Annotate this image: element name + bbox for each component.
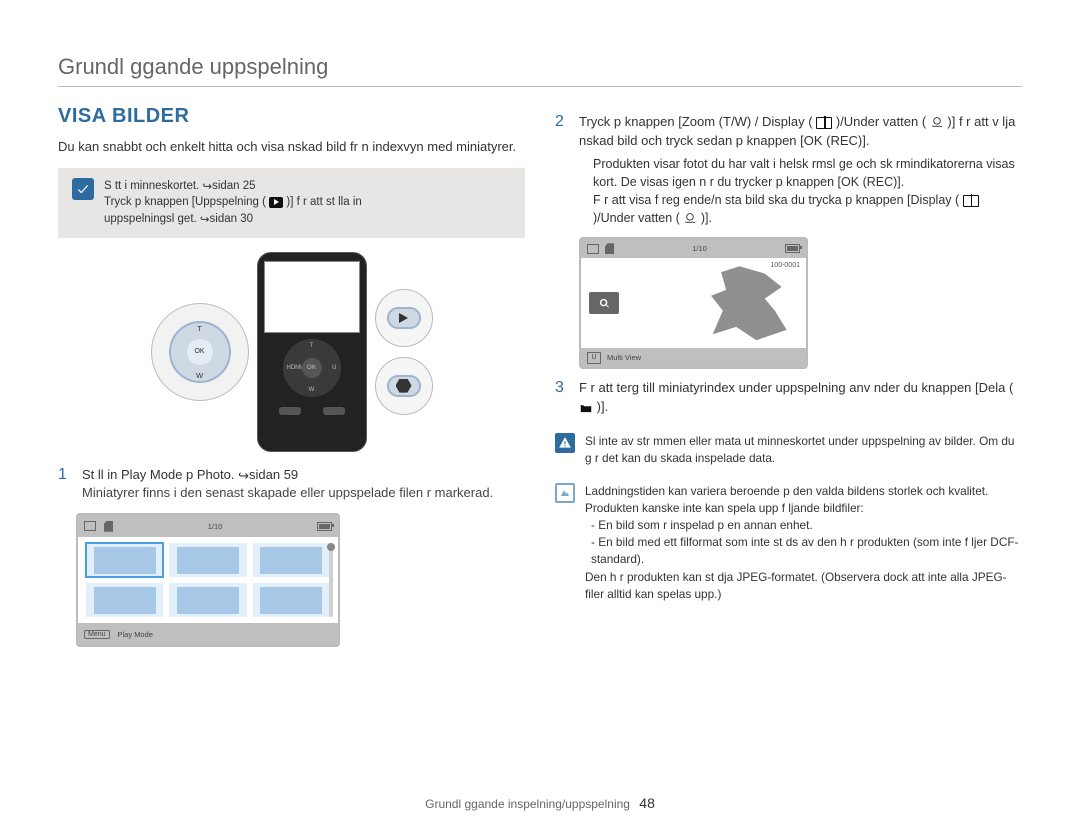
side-button-callouts: [375, 289, 433, 415]
thumbnail-grid: [78, 537, 338, 623]
info-text: Laddningstiden kan variera beroende p de…: [585, 483, 1022, 603]
display-icon: [816, 117, 832, 129]
page-number: 48: [639, 795, 655, 811]
page: Grundl ggande uppspelning VISA BILDER Du…: [0, 0, 1080, 825]
info-block: Laddningstiden kan variera beroende p de…: [555, 483, 1022, 603]
zoom-indicator: [589, 292, 619, 314]
sd-card-icon: [605, 243, 614, 254]
lcd2-counter: 1/10: [692, 244, 707, 253]
step-number: 1: [58, 466, 72, 504]
warning-block: Sl inte av str mmen eller mata ut minnes…: [555, 433, 1022, 467]
info-icon: [555, 483, 575, 503]
step-2-bullets: Produkten visar fotot du har valt i hels…: [593, 155, 1022, 228]
camera-ok: OK: [302, 358, 322, 378]
thumb-5: [169, 583, 246, 617]
photo-mode-icon: [84, 521, 96, 531]
step-2: 2 Tryck p knappen [Zoom (T/W) / Display …: [555, 113, 1022, 227]
lcd-single-preview: 1/10 100-0001 U Multi View: [579, 237, 808, 369]
check-icon: [72, 178, 94, 200]
dpad-illustration: T OK W: [169, 321, 231, 383]
underwater-icon: [930, 116, 944, 129]
battery-icon: [785, 244, 800, 253]
page-title: VISA BILDER: [58, 105, 525, 128]
step-1: 1 St ll in Play Mode p Photo. ↪sidan 59 …: [58, 466, 525, 504]
menu-softkey: Menu: [84, 630, 110, 639]
thumb-4: [86, 583, 163, 617]
zoom-w-label: W: [196, 371, 203, 380]
lcd2-bottom-bar: U Multi View: [581, 348, 806, 367]
device-illustration: T OK W T W U HDMI OK: [58, 252, 525, 452]
share-button-callout: [375, 357, 433, 415]
scrollbar: [329, 543, 333, 617]
thumb-6: [253, 583, 330, 617]
tip-box: S tt i minneskortet. ↪sidan 25 Tryck p k…: [58, 168, 525, 238]
footer-label: Grundl ggande inspelning/uppspelning: [425, 797, 630, 811]
section-rule: [58, 86, 1022, 87]
underwater-icon: [683, 212, 697, 225]
warning-text: Sl inte av str mmen eller mata ut minnes…: [585, 433, 1022, 467]
multiview-label: Multi View: [607, 353, 641, 362]
lcd-counter: 1/10: [121, 522, 309, 531]
right-column: 2 Tryck p knappen [Zoom (T/W) / Display …: [555, 105, 1022, 653]
step-number: 3: [555, 379, 569, 417]
multiview-softkey: U: [587, 352, 601, 364]
zoom-t-label: T: [197, 324, 202, 333]
play-button-callout: [375, 289, 433, 347]
warning-icon: [555, 433, 575, 453]
camera-bottom-buttons: [279, 407, 345, 415]
lcd2-top-bar: 1/10: [581, 239, 806, 258]
content-columns: VISA BILDER Du kan snabbt och enkelt hit…: [58, 105, 1022, 653]
file-number: 100-0001: [770, 262, 800, 269]
step-number: 2: [555, 113, 569, 227]
thumb-1: [86, 543, 163, 577]
footer: Grundl ggande inspelning/uppspelning 48: [0, 795, 1080, 811]
camera-screen: [264, 261, 360, 333]
intro-text: Du kan snabbt och enkelt hitta och visa …: [58, 138, 525, 156]
photo-mode-icon: [587, 244, 599, 254]
battery-icon: [317, 522, 332, 531]
lcd2-photo-area: 100-0001: [581, 258, 806, 348]
lcd-top-bar: 1/10: [78, 515, 338, 537]
playback-icon: [269, 197, 283, 208]
play-mode-label: Play Mode: [118, 630, 153, 639]
share-icon: [396, 379, 412, 393]
display-icon: [963, 195, 979, 207]
camera-body: T W U HDMI OK: [257, 252, 367, 452]
dpad-ok: OK: [187, 339, 213, 365]
share-icon: [579, 402, 593, 414]
section-title: Grundl ggande uppspelning: [58, 54, 1022, 80]
camera-dpad: T W U HDMI OK: [283, 339, 341, 397]
thumb-3: [253, 543, 330, 577]
play-icon: [399, 313, 408, 323]
photo-silhouette: [706, 266, 790, 340]
lcd-thumbnail-preview: 1/10 Menu Play Mode: [76, 513, 340, 647]
big-dpad-callout: T OK W: [151, 303, 249, 401]
left-column: VISA BILDER Du kan snabbt och enkelt hit…: [58, 105, 525, 653]
tip-text: S tt i minneskortet. ↪sidan 25 Tryck p k…: [104, 178, 362, 228]
lcd-bottom-bar: Menu Play Mode: [78, 623, 338, 645]
thumb-2: [169, 543, 246, 577]
sd-card-icon: [104, 521, 113, 532]
step-3: 3 F r att terg till miniatyrindex under …: [555, 379, 1022, 417]
